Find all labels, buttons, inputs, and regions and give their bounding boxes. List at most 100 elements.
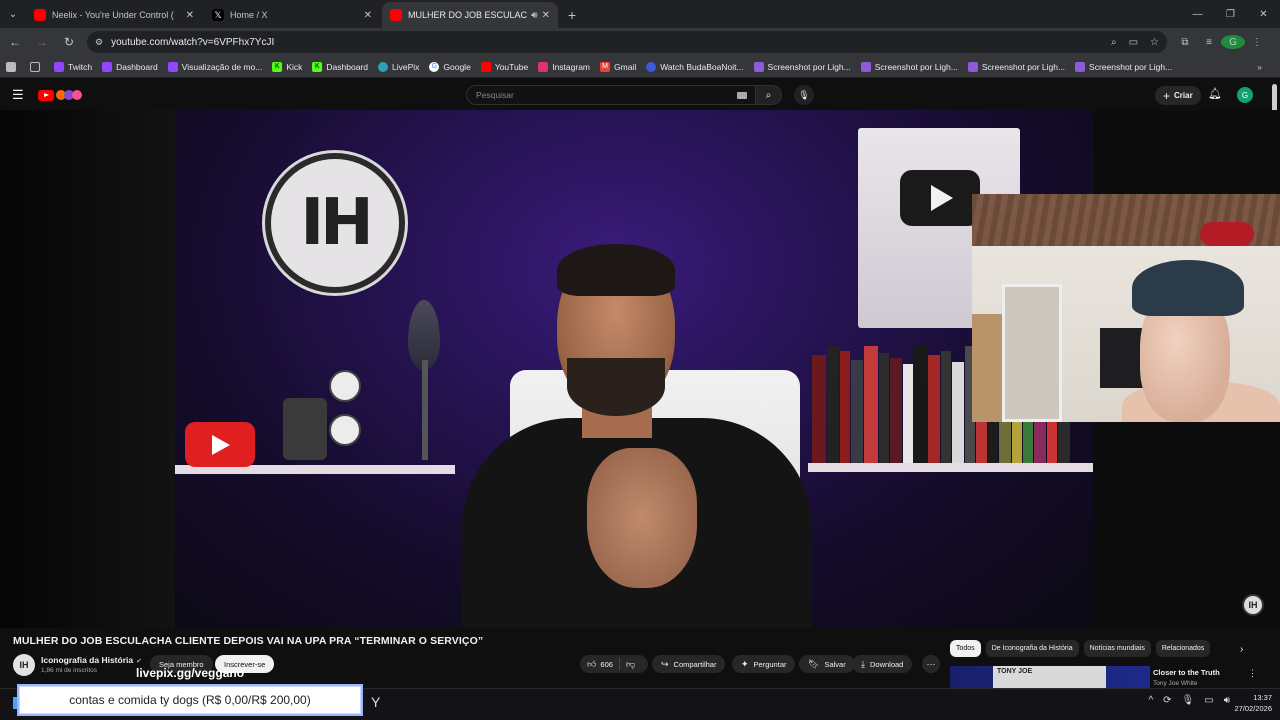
channel-logo-wall-sign: IH: [265, 153, 405, 293]
bookmark-screenshot-1[interactable]: Screenshot por Ligh...: [753, 61, 851, 72]
toolbar-actions: ⧉ ≡ G ⋮: [1173, 35, 1269, 49]
browser-menu-icon[interactable]: ⋮: [1245, 37, 1269, 48]
bookmark-livepix[interactable]: LivePix: [377, 61, 419, 72]
save-button[interactable]: 🔖︎ Salvar: [799, 655, 855, 673]
bookmark-label: Kick: [286, 61, 303, 72]
tab-search-button[interactable]: ⌄: [0, 0, 26, 28]
dislike-button[interactable]: 👎︎: [620, 659, 635, 670]
bookmark-watch-buda[interactable]: Watch BudaBoaNoit...: [646, 61, 744, 72]
chip-channel[interactable]: De Iconografia da História: [985, 640, 1079, 657]
bookmark-instagram[interactable]: Instagram: [538, 61, 590, 72]
suggested-more-icon[interactable]: ⋮: [1248, 668, 1257, 679]
ask-button[interactable]: ✦ Perguntar: [732, 655, 796, 673]
channel-watermark-icon[interactable]: IH: [1242, 594, 1264, 616]
like-button[interactable]: 👍︎ 606: [580, 658, 620, 670]
sync-icon[interactable]: ⟳: [1163, 695, 1171, 706]
suggested-video-thumbnail[interactable]: TONY JOE: [950, 666, 1150, 690]
create-button[interactable]: + Criar: [1155, 86, 1201, 105]
chip-all[interactable]: Todos: [950, 640, 981, 657]
ask-label: Perguntar: [753, 659, 787, 669]
book: [1023, 418, 1033, 463]
kick-icon: K: [272, 61, 283, 72]
menu-hamburger-icon[interactable]: ☰: [12, 87, 26, 103]
profile-button[interactable]: G: [1221, 35, 1245, 49]
close-window-icon[interactable]: ✕: [1247, 0, 1280, 28]
chip-world-news[interactable]: Notícias mundiais: [1083, 640, 1151, 657]
chevron-up-icon[interactable]: ^: [1148, 695, 1153, 706]
save-label: Salvar: [824, 659, 846, 669]
bookmark-grid-icon[interactable]: [30, 61, 44, 72]
bookmark-screenshot-3[interactable]: Screenshot por Ligh...: [967, 61, 1065, 72]
book: [890, 357, 902, 463]
bookmark-youtube[interactable]: YouTube: [480, 61, 528, 72]
tab-title: Home / X: [230, 10, 268, 20]
play-button-icon: [900, 170, 980, 226]
channel-name[interactable]: Iconografia da História ✔: [41, 655, 142, 665]
kick-icon: K: [312, 61, 323, 72]
bookmark-twitch[interactable]: Twitch: [54, 61, 92, 72]
reading-list-icon[interactable]: ≡: [1197, 37, 1221, 48]
search-input[interactable]: Pesquisar: [466, 85, 756, 105]
donation-goal-overlay: contas e comida ty dogs (R$ 0,00/R$ 200,…: [19, 686, 361, 714]
suggested-video-title[interactable]: Closer to the Truth: [1153, 668, 1220, 677]
address-bar[interactable]: ⚙ youtube.com/watch?v=6VPFhx7YcJI ⌕ ▭ ☆: [87, 31, 1167, 53]
livepix-overlay-text: livepix.gg/veggano: [136, 666, 245, 680]
back-arrow-icon[interactable]: ←: [3, 30, 27, 54]
site-info-icon[interactable]: ⚙: [95, 37, 103, 48]
channel-avatar[interactable]: IH: [13, 654, 35, 676]
close-tab-icon[interactable]: ✕: [186, 10, 194, 21]
account-avatar[interactable]: G: [1237, 87, 1253, 103]
browser-tab-1[interactable]: Neelix - You're Under Control ( ✕: [26, 2, 202, 28]
bookmark-kick[interactable]: K Kick: [272, 61, 303, 72]
browser-tab-bar: ⌄ Neelix - You're Under Control ( ✕ 𝕏 Ho…: [0, 0, 1280, 28]
google-icon: G: [429, 61, 440, 72]
bookmark-visualizacao[interactable]: Visualização de mo...: [167, 61, 262, 72]
bookmark-dashboard-twitch[interactable]: Dashboard: [102, 61, 158, 72]
close-tab-icon[interactable]: ✕: [542, 10, 550, 21]
extensions-icon[interactable]: ⧉: [1173, 37, 1197, 48]
thumbnail-art: TONY JOE: [993, 666, 1106, 690]
forward-arrow-icon[interactable]: →: [30, 30, 54, 54]
bookmark-label: Screenshot por Ligh...: [1089, 61, 1173, 72]
bookmark-screenshot-2[interactable]: Screenshot por Ligh...: [860, 61, 958, 72]
bookmark-gmail[interactable]: M Gmail: [600, 61, 636, 72]
youtube-logo[interactable]: [38, 89, 82, 101]
share-button[interactable]: ↪ Compartilhar: [652, 655, 726, 673]
bookmark-google[interactable]: G Google: [429, 61, 471, 72]
browser-tab-3[interactable]: MULHER DO JOB ESCULAC 🔊︎ ✕: [382, 2, 558, 28]
reload-icon[interactable]: ↻: [57, 30, 81, 54]
bookmark-star-icon[interactable]: ☆: [1150, 37, 1159, 48]
more-actions-button[interactable]: ⋯: [922, 655, 940, 673]
book: [864, 346, 878, 463]
bookmark-apps-icon[interactable]: [6, 61, 20, 72]
download-icon: ⤓: [861, 658, 865, 669]
lightshot-feather-icon: [1075, 61, 1086, 72]
browser-tab-2[interactable]: 𝕏 Home / X ✕: [204, 2, 380, 28]
bookmark-dashboard-kick[interactable]: K Dashboard: [312, 61, 368, 72]
speaker-icon[interactable]: 🔊︎: [531, 10, 537, 21]
bookmark-screenshot-4[interactable]: Screenshot por Ligh...: [1075, 61, 1173, 72]
search-button[interactable]: ⌕: [756, 85, 782, 105]
keyboard-icon[interactable]: [737, 91, 747, 99]
volume-icon[interactable]: 🔊︎: [1224, 695, 1230, 706]
zoom-icon[interactable]: ⌕: [1111, 37, 1117, 48]
new-tab-button[interactable]: +: [560, 2, 584, 28]
microphone-tray-icon[interactable]: 🎙︎: [1182, 695, 1195, 706]
like-dislike-group: 👍︎ 606 👎︎: [580, 655, 648, 673]
taskbar-clock[interactable]: 13:37 27/02/2026: [1234, 692, 1272, 714]
download-button[interactable]: ⤓ Download: [852, 655, 913, 673]
more-bookmarks-icon[interactable]: »: [1257, 62, 1262, 72]
cast-icon[interactable]: ▭: [1129, 37, 1138, 48]
close-tab-icon[interactable]: ✕: [364, 10, 372, 21]
minimize-icon[interactable]: —: [1181, 0, 1214, 28]
chevron-right-icon[interactable]: ›: [1240, 644, 1243, 655]
voice-search-button[interactable]: 🎙︎: [794, 85, 814, 105]
display-icon[interactable]: ▭: [1204, 695, 1213, 706]
restore-icon[interactable]: ❐: [1214, 0, 1247, 28]
film-projector-ornament: [283, 370, 363, 462]
youtube-logo-ornament: [185, 422, 255, 467]
chip-related[interactable]: Relacionados: [1155, 640, 1211, 657]
notifications-bell-icon[interactable]: 🔔︎: [1208, 87, 1222, 100]
thumbs-up-icon: 👍︎: [587, 658, 597, 669]
taskbar-y-icon[interactable]: Y: [371, 694, 380, 710]
